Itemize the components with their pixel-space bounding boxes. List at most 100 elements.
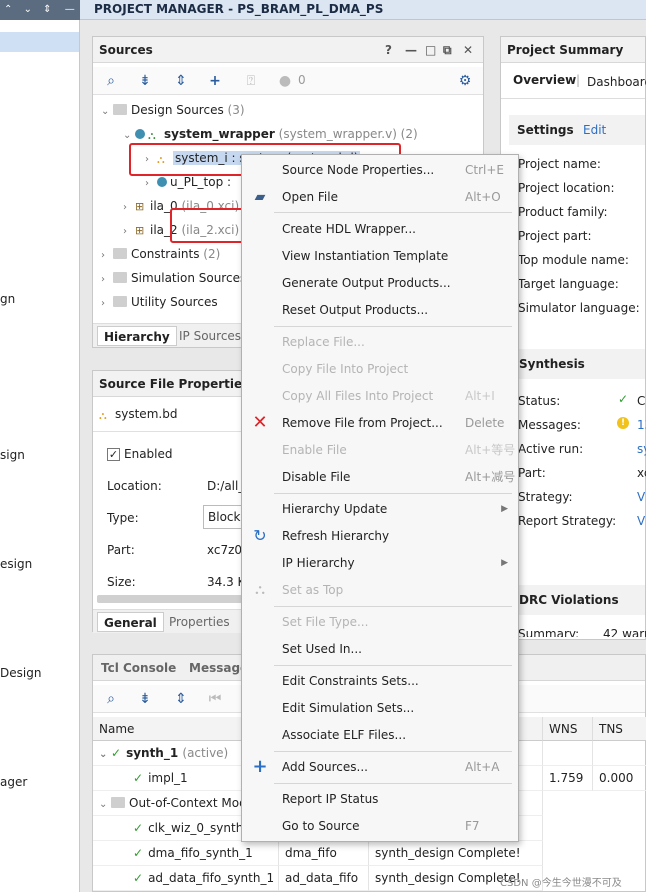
menu-item-enable-file[interactable]: Enable File Alt+等号 bbox=[242, 437, 518, 463]
flow-nav-item[interactable]: Design bbox=[0, 666, 41, 680]
tab-properties[interactable]: Properties bbox=[163, 612, 236, 632]
menu-item-associate-elf-files[interactable]: Associate ELF Files... bbox=[242, 722, 518, 748]
flow-nav-item[interactable]: ager bbox=[0, 775, 27, 789]
menu-item-open-file[interactable]: ▰ Open File Alt+O bbox=[242, 184, 518, 210]
prop-value-box[interactable]: Block bbox=[203, 505, 243, 529]
menu-item-hierarchy-update[interactable]: Hierarchy Update ▶ bbox=[242, 496, 518, 522]
expand-all-icon[interactable]: ⇕ bbox=[173, 73, 189, 89]
menu-item-copy-all-files[interactable]: Copy All Files Into Project Alt+I bbox=[242, 383, 518, 409]
synth-messages-link[interactable]: 13 bbox=[637, 418, 646, 432]
chevron-right-icon[interactable]: › bbox=[101, 292, 113, 316]
chevron-right-icon[interactable]: › bbox=[101, 268, 113, 292]
menu-item-go-to-source[interactable]: Go to Source F7 bbox=[242, 813, 518, 839]
menu-item-view-instantiation-template[interactable]: View Instantiation Template bbox=[242, 243, 518, 269]
add-icon: + bbox=[252, 756, 268, 777]
chevron-down-icon[interactable]: ⌄ bbox=[99, 792, 111, 815]
question-doc-icon[interactable]: ⍰ bbox=[243, 73, 259, 89]
flow-nav-item[interactable]: sign bbox=[0, 448, 25, 462]
chevron-down-icon[interactable]: ⌄ bbox=[99, 742, 111, 765]
tab-ip-sources[interactable]: IP Sources bbox=[173, 326, 247, 346]
menu-item-edit-simulation-sets[interactable]: Edit Simulation Sets... bbox=[242, 695, 518, 721]
tab-general[interactable]: General bbox=[97, 612, 164, 632]
tree-row-design-sources[interactable]: ⌄ Design Sources (3) bbox=[101, 98, 245, 122]
strategy-link[interactable]: Vi bbox=[637, 490, 646, 504]
tab-overview[interactable]: Overview bbox=[513, 73, 576, 87]
chevron-down-icon[interactable]: ⌄ bbox=[24, 4, 32, 15]
sort-icon[interactable]: ⇕ bbox=[43, 4, 51, 15]
expand-all-icon[interactable]: ⇕ bbox=[173, 691, 189, 707]
settings-edit-link[interactable]: Edit bbox=[583, 123, 606, 137]
collapse-all-icon[interactable]: ⇟ bbox=[137, 691, 153, 707]
folder-icon bbox=[113, 104, 127, 115]
float-icon[interactable]: ⧉ bbox=[443, 37, 452, 63]
tab-hierarchy[interactable]: Hierarchy bbox=[97, 326, 177, 346]
tab-messages[interactable]: Message bbox=[189, 661, 248, 675]
menu-item-ip-hierarchy[interactable]: IP Hierarchy ▶ bbox=[242, 550, 518, 576]
menu-item-create-hdl-wrapper[interactable]: Create HDL Wrapper... bbox=[242, 216, 518, 242]
summary-field: Top module name: bbox=[518, 253, 629, 267]
synth-field: Status: bbox=[518, 394, 561, 408]
search-icon[interactable]: ⌕ bbox=[103, 691, 119, 707]
menu-item-set-as-top[interactable]: ⛬ Set as Top bbox=[242, 577, 518, 603]
menu-item-replace-file[interactable]: Replace File... bbox=[242, 329, 518, 355]
help-icon[interactable]: ? bbox=[385, 37, 392, 63]
search-icon[interactable]: ⌕ bbox=[103, 73, 119, 89]
menu-item-source-node-properties[interactable]: Source Node Properties... Ctrl+E bbox=[242, 157, 518, 183]
menu-item-remove-file[interactable]: ✕ Remove File from Project... Delete bbox=[242, 410, 518, 436]
tree-row-constraints[interactable]: › Constraints (2) bbox=[101, 242, 220, 266]
summary-field: Product family: bbox=[518, 205, 608, 219]
collapse-all-icon[interactable]: ⇟ bbox=[137, 73, 153, 89]
folder-icon bbox=[113, 272, 127, 283]
flow-nav-selected[interactable] bbox=[0, 32, 79, 52]
menu-item-copy-file-into-project[interactable]: Copy File Into Project bbox=[242, 356, 518, 382]
report-strategy-link[interactable]: Vi bbox=[637, 514, 646, 528]
summary-tabs: Overview | Dashboard bbox=[501, 63, 646, 99]
minimize-icon[interactable]: — bbox=[405, 37, 417, 63]
settings-bar: Settings Edit bbox=[509, 115, 645, 145]
table-row[interactable]: ✓ ad_data_fifo_synth_1 bbox=[93, 866, 279, 891]
chevron-right-icon[interactable]: › bbox=[123, 220, 135, 244]
menu-item-refresh-hierarchy[interactable]: ↻ Refresh Hierarchy bbox=[242, 523, 518, 549]
horizontal-scrollbar[interactable] bbox=[97, 595, 247, 603]
synth-field: Strategy: bbox=[518, 490, 573, 504]
flow-nav-item[interactable]: esign bbox=[0, 557, 32, 571]
maximize-icon[interactable]: □ bbox=[425, 37, 436, 63]
first-page-icon[interactable]: ⏮ bbox=[207, 691, 223, 707]
enabled-checkbox[interactable]: ✓ bbox=[107, 448, 120, 461]
add-icon[interactable]: + bbox=[207, 73, 223, 89]
col-header-tns[interactable]: TNS bbox=[593, 717, 646, 741]
context-menu: Source Node Properties... Ctrl+E ▰ Open Fi… bbox=[241, 154, 519, 842]
gear-icon[interactable]: ⚙ bbox=[457, 73, 473, 89]
menu-item-set-file-type[interactable]: Set File Type... bbox=[242, 609, 518, 635]
chevron-down-icon[interactable]: ⌄ bbox=[101, 100, 113, 124]
tree-row-utility-sources[interactable]: › Utility Sources bbox=[101, 290, 218, 314]
folder-icon bbox=[113, 296, 127, 307]
tab-dashboard[interactable]: Dashboard bbox=[587, 75, 646, 89]
menu-item-set-used-in[interactable]: Set Used In... bbox=[242, 636, 518, 662]
chevron-up-icon[interactable]: ⌃ bbox=[4, 4, 12, 15]
tree-row-simulation-sources[interactable]: › Simulation Sources bbox=[101, 266, 246, 290]
collapse-controls[interactable]: ⌃ ⌄ ⇕ — bbox=[4, 2, 78, 18]
minimize-icon[interactable]: — bbox=[65, 4, 75, 15]
source-props-file: ⛬ system.bd bbox=[99, 407, 178, 422]
chevron-right-icon[interactable]: › bbox=[101, 244, 113, 268]
menu-item-report-ip-status[interactable]: Report IP Status bbox=[242, 786, 518, 812]
menu-item-disable-file[interactable]: Disable File Alt+减号 bbox=[242, 464, 518, 490]
drc-summary-label: Summary: bbox=[518, 627, 580, 637]
remove-icon: ✕ bbox=[252, 412, 268, 433]
col-header-wns[interactable]: WNS bbox=[543, 717, 593, 741]
tab-tcl-console[interactable]: Tcl Console bbox=[101, 661, 176, 675]
flow-nav-item[interactable]: gn bbox=[0, 292, 15, 306]
module-icon bbox=[135, 129, 145, 139]
menu-item-add-sources[interactable]: + Add Sources... Alt+A bbox=[242, 754, 518, 780]
table-row[interactable]: ✓ dma_fifo_synth_1 bbox=[93, 841, 279, 866]
enabled-checkbox-row[interactable]: ✓ Enabled bbox=[107, 447, 173, 461]
synth-field: Part: bbox=[518, 466, 546, 480]
sources-toolbar: ⌕ ⇟ ⇕ + ⍰ ● 0 ⚙ bbox=[93, 67, 483, 95]
menu-item-generate-output-products[interactable]: Generate Output Products... bbox=[242, 270, 518, 296]
chevron-right-icon[interactable]: › bbox=[123, 196, 135, 220]
active-run-link[interactable]: sy bbox=[637, 442, 646, 456]
menu-item-edit-constraints-sets[interactable]: Edit Constraints Sets... bbox=[242, 668, 518, 694]
menu-item-reset-output-products[interactable]: Reset Output Products... bbox=[242, 297, 518, 323]
close-icon[interactable]: ✕ bbox=[463, 37, 473, 63]
